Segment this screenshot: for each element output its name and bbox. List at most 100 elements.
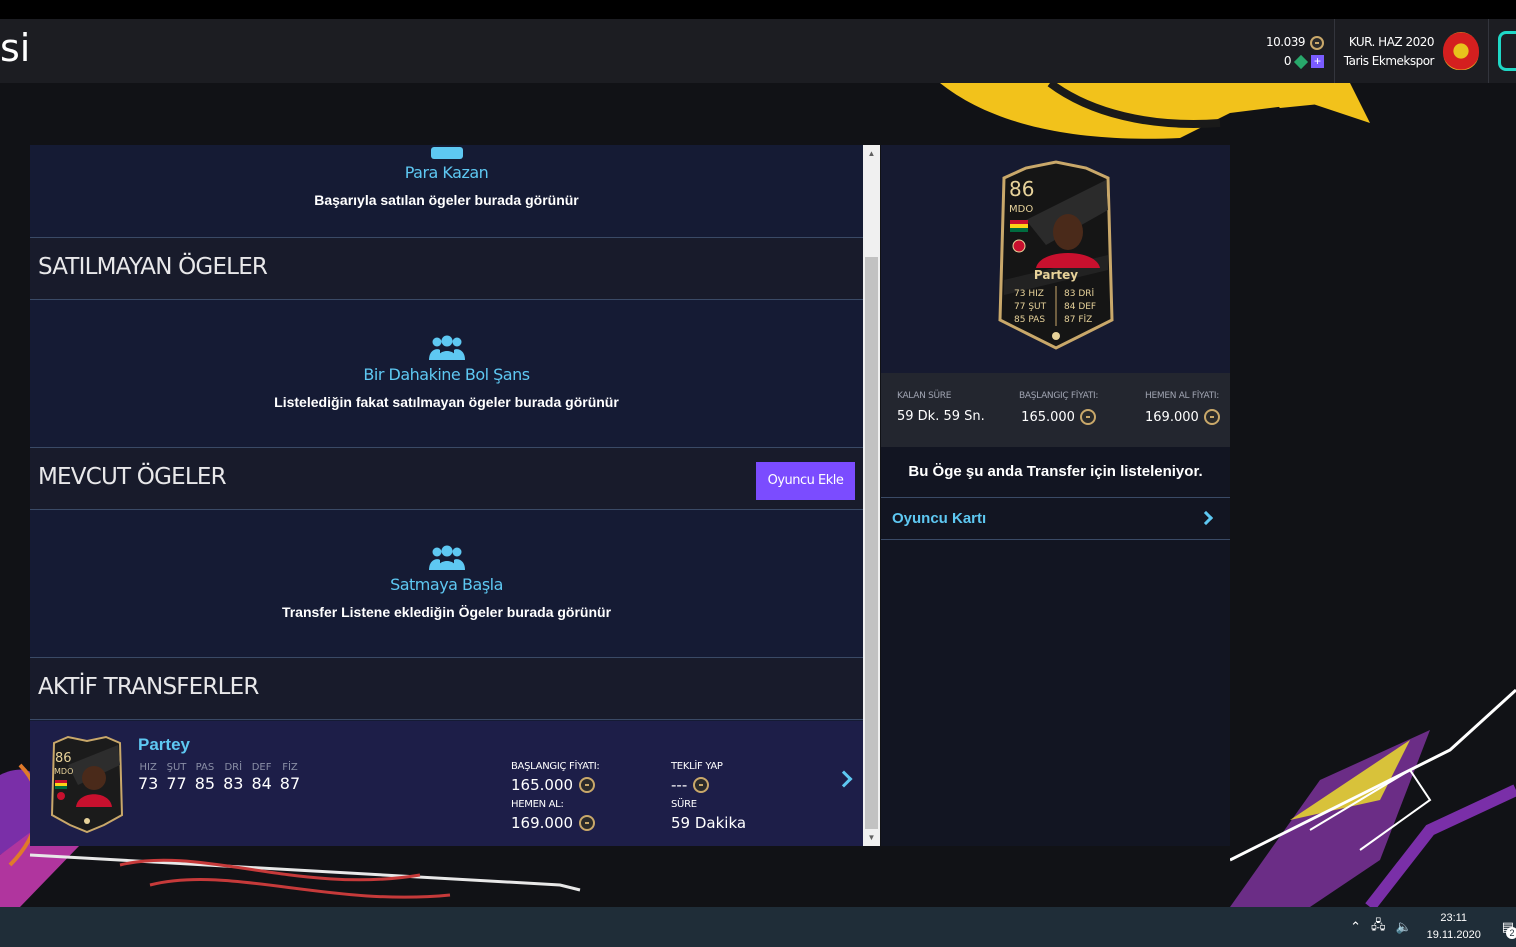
- scrollbar-thumb[interactable]: [865, 257, 878, 829]
- users-icon: [428, 545, 465, 570]
- stat-defending: DEF 84: [251, 762, 272, 793]
- svg-text:77 ŞUT: 77 ŞUT: [1014, 302, 1047, 312]
- scroll-up-arrow-icon[interactable]: ▲: [863, 145, 880, 162]
- header-divider: [1488, 19, 1489, 83]
- scroll-down-arrow-icon[interactable]: ▼: [863, 829, 880, 846]
- empty-state-title: Bir Dahakine Bol Şans: [363, 365, 530, 384]
- scrollbar[interactable]: ▲ ▼: [863, 145, 880, 846]
- card-position: MDO: [1009, 204, 1033, 215]
- top-header: si 10.039 0 + KUR. HAZ 2020 Taris Ekmeks…: [0, 19, 1516, 83]
- buy-now-label: HEMEN AL FİYATI:: [1145, 391, 1220, 401]
- club-info: KUR. HAZ 2020 Taris Ekmekspor: [1336, 33, 1435, 71]
- bid-column: TEKLİF YAP --- SÜRE 59 Dakika: [671, 761, 746, 837]
- buy-now-label: HEMEN AL:: [511, 799, 564, 810]
- buy-now-value: 169.000: [511, 814, 599, 832]
- player-card-link[interactable]: Oyuncu Kartı: [881, 498, 1230, 540]
- active-transfers-header: AKTİF TRANSFERLER: [30, 657, 863, 720]
- background-art-yellow-swoosh: [930, 83, 1380, 153]
- sold-items-empty-state: Para Kazan Başarıyla satılan ögeler bura…: [30, 145, 863, 208]
- club-season: KUR. HAZ 2020: [1348, 35, 1435, 49]
- svg-text:84 DEF: 84 DEF: [1064, 302, 1096, 312]
- player-card[interactable]: 86 MDO Partey 73 HIZ 77 ŞUT 85 PAS 83 DR…: [996, 160, 1116, 350]
- empty-state-description: Transfer Listene eklediğin Ögeler burada…: [281, 604, 612, 620]
- club-name: Taris Ekmekspor: [1343, 54, 1435, 68]
- section-heading: MEVCUT ÖGELER: [38, 464, 227, 490]
- player-stats: HIZ 73 ŞUT 77 PAS 85 DRİ 83 DEF 84 FİZ 87: [138, 762, 300, 793]
- bid-value: ---: [671, 776, 746, 794]
- add-player-button[interactable]: Oyuncu Ekle: [756, 462, 855, 500]
- svg-text:87 FİZ: 87 FİZ: [1064, 314, 1092, 325]
- chevron-right-icon[interactable]: [835, 770, 853, 788]
- header-divider: [1334, 19, 1335, 83]
- player-card-link-label: Oyuncu Kartı: [892, 510, 987, 527]
- points-value: 0: [1283, 54, 1292, 68]
- stat-shooting: ŞUT 77: [166, 762, 187, 793]
- card-rating: 86: [1009, 177, 1034, 201]
- chevron-right-icon: [1198, 510, 1214, 526]
- clock-time: 23:11: [1440, 912, 1468, 924]
- app-logo-icon[interactable]: [1498, 31, 1516, 71]
- empty-state-description: Listelediğin fakat satılmayan ögeler bur…: [274, 394, 619, 410]
- time-left-value: 59 Dk. 59 Sn.: [897, 409, 985, 424]
- coin-icon: [1310, 35, 1324, 50]
- club-crest-icon[interactable]: [1443, 32, 1479, 70]
- time-value: 59 Dakika: [671, 814, 747, 832]
- users-icon: [428, 335, 465, 360]
- points-icon: [1293, 54, 1309, 69]
- notification-icon[interactable]: ▤ 2: [1502, 919, 1516, 939]
- notification-count: 2: [1506, 927, 1516, 939]
- network-icon[interactable]: 🖧: [1371, 916, 1386, 938]
- coin-icon: [1203, 409, 1220, 425]
- player-card-thumbnail: 86 MDO: [50, 735, 124, 833]
- player-name: Partey: [138, 735, 190, 754]
- windows-taskbar: ⌃ 🖧 🔈 23:11 19.11.2020 ▤ 2: [0, 907, 1516, 947]
- currency-display: 10.039 0 +: [1250, 33, 1324, 71]
- section-heading: AKTİF TRANSFERLER: [38, 674, 259, 700]
- chevron-up-icon[interactable]: ⌃: [1350, 919, 1361, 935]
- bid-label: TEKLİF YAP: [671, 761, 723, 772]
- page-title: si: [0, 26, 31, 70]
- empty-state-description: Başarıyla satılan ögeler burada görünür: [314, 192, 579, 208]
- coins-value: 10.039: [1266, 35, 1306, 49]
- time-label: SÜRE: [671, 799, 697, 810]
- start-price-label: BAŞLANGIÇ FİYATI:: [511, 761, 600, 772]
- users-icon: [430, 147, 463, 159]
- background-art-right: [1230, 640, 1516, 907]
- unsold-items-header: SATILMAYAN ÖGELER: [30, 237, 863, 300]
- empty-state-title: Satmaya Başla: [390, 575, 503, 594]
- system-clock[interactable]: 23:11 19.11.2020: [1425, 910, 1483, 944]
- buy-now-column: HEMEN AL FİYATI: 169.000: [1145, 391, 1220, 425]
- buy-now-value: 169.000: [1145, 409, 1220, 425]
- buy-points-button[interactable]: +: [1311, 55, 1324, 68]
- transfer-list-panel: Para Kazan Başarıyla satılan ögeler bura…: [30, 145, 863, 846]
- stat-pace: HIZ 73: [138, 762, 159, 793]
- start-price-label: BAŞLANGIÇ FİYATI:: [1019, 391, 1099, 401]
- mini-card-rating: 86: [55, 751, 72, 766]
- listing-status-message: Bu Öge şu anda Transfer için listeleniyo…: [881, 447, 1230, 498]
- time-left-label: KALAN SÜRE: [897, 391, 952, 401]
- available-items-empty-state: Satmaya Başla Transfer Listene eklediğin…: [30, 545, 863, 620]
- time-left-column: KALAN SÜRE 59 Dk. 59 Sn.: [897, 391, 985, 424]
- start-price-value: 165.000: [1019, 409, 1098, 425]
- start-price-value: 165.000: [511, 776, 599, 794]
- active-transfer-item[interactable]: 86 MDO Partey HIZ 73 ŞUT 77 PAS 85 DRİ 83 DE…: [30, 721, 863, 846]
- svg-text:73 HIZ: 73 HIZ: [1014, 289, 1044, 299]
- svg-text:85 PAS: 85 PAS: [1014, 315, 1045, 325]
- start-price-column: BAŞLANGIÇ FİYATI: 165.000: [1019, 391, 1098, 425]
- unsold-items-empty-state: Bir Dahakine Bol Şans Listelediğin fakat…: [30, 335, 863, 410]
- coin-icon: [1079, 409, 1096, 425]
- coin-icon: [693, 777, 710, 793]
- volume-icon[interactable]: 🔈: [1396, 919, 1412, 935]
- auction-info-bar: KALAN SÜRE 59 Dk. 59 Sn. BAŞLANGIÇ FİYAT…: [881, 373, 1230, 447]
- item-detail-panel: 86 MDO Partey 73 HIZ 77 ŞUT 85 PAS 83 DR…: [881, 145, 1230, 846]
- price-column: BAŞLANGIÇ FİYATI: 165.000 HEMEN AL: 169.…: [511, 761, 600, 837]
- section-heading: SATILMAYAN ÖGELER: [38, 254, 268, 280]
- system-tray: ⌃ 🖧 🔈 23:11 19.11.2020 ▤ 2: [1345, 907, 1516, 947]
- coin-icon: [579, 815, 596, 831]
- clock-date: 19.11.2020: [1426, 929, 1481, 941]
- available-items-header: MEVCUT ÖGELER Oyuncu Ekle: [30, 447, 863, 510]
- card-player-name: Partey: [1034, 268, 1078, 282]
- player-card-area: 86 MDO Partey 73 HIZ 77 ŞUT 85 PAS 83 DR…: [881, 145, 1230, 373]
- coin-icon: [579, 777, 596, 793]
- stat-physical: FİZ 87: [279, 762, 301, 793]
